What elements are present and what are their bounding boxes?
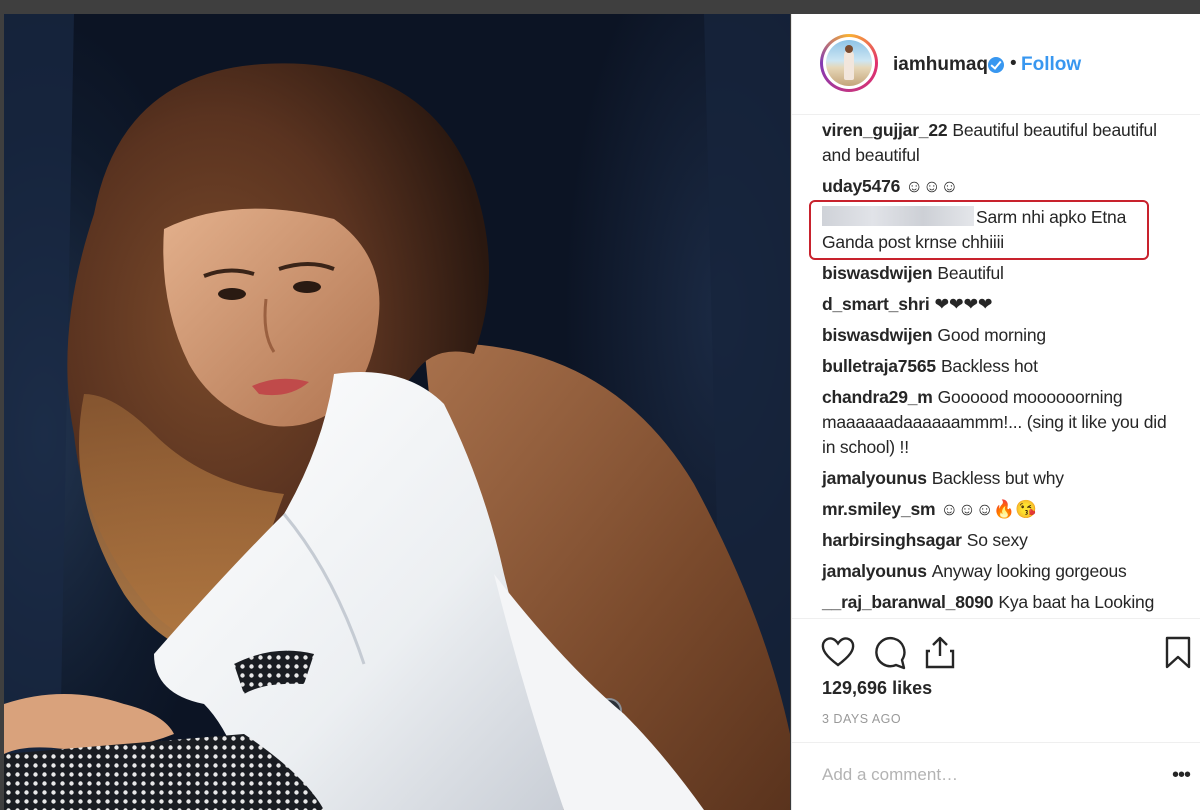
comment-username[interactable]: biswasdwijen <box>822 263 933 283</box>
post-sidebar: iamhumaq • Follow viren_gujjar_22 Beautif… <box>791 14 1200 810</box>
avatar-figure-head <box>845 45 853 53</box>
comment-text: ☺☺☺ <box>905 176 959 196</box>
separator-dot: • <box>1010 53 1017 74</box>
comment-item: bulletraja7565 Backless hot <box>822 354 1182 379</box>
likes-count[interactable]: 129,696 likes <box>822 678 932 699</box>
action-bar <box>820 634 1191 674</box>
comment-username[interactable]: jamalyounus <box>822 561 927 581</box>
comment-text: ❤❤❤❤ <box>934 294 993 314</box>
comment-item: viren_gujjar_22 Beautiful beautiful beaut… <box>822 118 1182 168</box>
divider <box>792 618 1200 619</box>
avatar-ring-inner <box>823 37 875 89</box>
comment-text: Anyway looking gorgeous <box>931 561 1127 581</box>
comment-item: d_smart_shri ❤❤❤❤ <box>822 292 1182 317</box>
comment-text: ☺☺☺🔥😘 <box>940 499 1037 519</box>
post-photo[interactable] <box>4 14 790 810</box>
add-comment-input[interactable] <box>822 762 1132 788</box>
avatar[interactable] <box>820 34 878 92</box>
comment-username[interactable]: uday5476 <box>822 176 900 196</box>
comment-item: mr.smiley_sm ☺☺☺🔥😘 <box>822 497 1182 522</box>
more-options-icon[interactable]: ••• <box>1172 764 1191 787</box>
comment-text: Backless hot <box>940 356 1038 376</box>
post-header: iamhumaq • Follow <box>792 14 1200 115</box>
highlighted-comment-box <box>809 200 1149 260</box>
comment-username[interactable]: jamalyounus <box>822 468 927 488</box>
comment-item: chandra29_m Goooood moooooorning maaaaaad… <box>822 385 1182 460</box>
comment-item: __raj_baranwal_8090 Kya baat ha Looking <box>822 590 1182 615</box>
comment-text: Backless but why <box>931 468 1064 488</box>
comment-item: biswasdwijen Beautiful <box>822 261 1182 286</box>
comment-text: Good morning <box>937 325 1046 345</box>
comment-username[interactable]: mr.smiley_sm <box>822 499 936 519</box>
comment-text: Kya baat ha Looking <box>998 592 1155 612</box>
follow-button[interactable]: Follow <box>1021 54 1081 76</box>
comment-username[interactable]: chandra29_m <box>822 387 933 407</box>
comment-item: jamalyounus Backless but why <box>822 466 1182 491</box>
comment-username[interactable]: __raj_baranwal_8090 <box>822 592 994 612</box>
comment-username[interactable]: bulletraja7565 <box>822 356 936 376</box>
browser-top-bar <box>0 0 1200 14</box>
bookmark-icon[interactable] <box>1160 634 1196 670</box>
share-icon[interactable] <box>922 634 958 670</box>
portrait-illustration <box>4 14 790 810</box>
comment-item: uday5476 ☺☺☺ <box>822 174 1182 199</box>
comment-username[interactable]: biswasdwijen <box>822 325 933 345</box>
username[interactable]: iamhumaq <box>893 54 988 76</box>
comment-username[interactable]: d_smart_shri <box>822 294 930 314</box>
comment-item: jamalyounus Anyway looking gorgeous <box>822 559 1182 584</box>
comment-username[interactable]: viren_gujjar_22 <box>822 120 948 140</box>
comment-text: So sexy <box>966 530 1028 550</box>
post-date[interactable]: 3 DAYS AGO <box>822 712 901 726</box>
heart-icon[interactable] <box>820 634 856 670</box>
comment-item: biswasdwijen Good morning <box>822 323 1182 348</box>
comment-text: Beautiful <box>937 263 1004 283</box>
avatar-figure <box>844 50 854 80</box>
avatar-image <box>826 40 872 86</box>
comment-icon[interactable] <box>872 634 908 670</box>
comment-item: harbirsinghsagar So sexy <box>822 528 1182 553</box>
verified-badge-icon <box>988 57 1004 73</box>
comments-list: viren_gujjar_22 Beautiful beautiful beaut… <box>822 118 1182 621</box>
divider <box>792 742 1200 743</box>
comment-username[interactable]: harbirsinghsagar <box>822 530 962 550</box>
